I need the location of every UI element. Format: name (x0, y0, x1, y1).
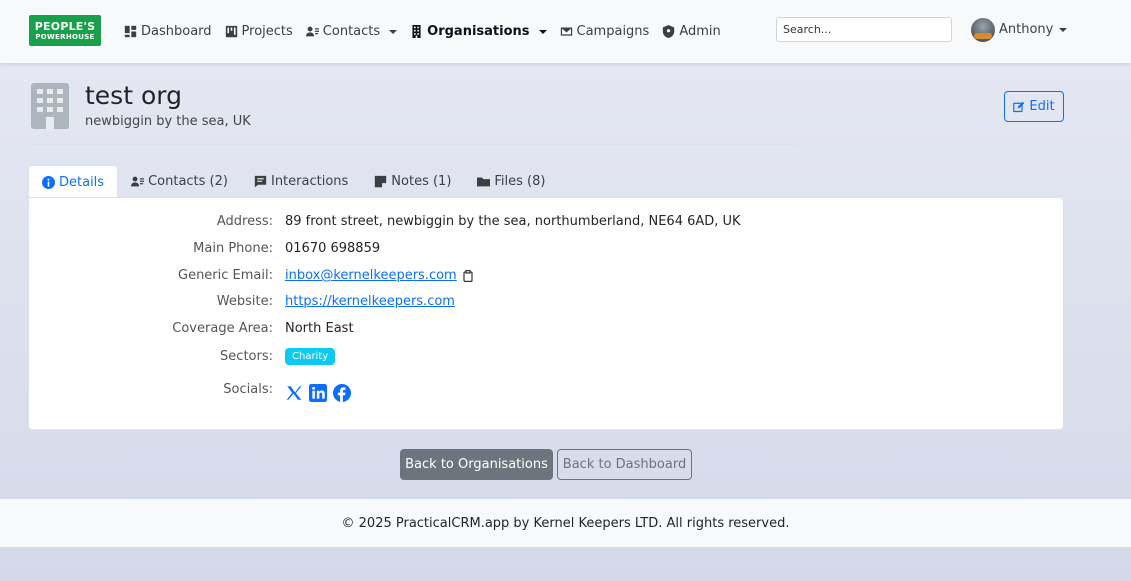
divider (28, 144, 798, 145)
nav-organisations-label: Organisations (427, 24, 530, 39)
nav-contacts[interactable]: Contacts (305, 24, 398, 39)
nav-campaigns[interactable]: Campaigns (560, 24, 650, 39)
tab-notes-label: Notes (1) (391, 174, 452, 189)
detail-row-sectors: Sectors: Charity (29, 348, 1065, 365)
org-location: newbiggin by the sea, UK (85, 114, 251, 129)
envelope-icon (560, 27, 572, 36)
website-link[interactable]: https://kernelkeepers.com (285, 294, 455, 309)
dashboard-icon (124, 25, 137, 38)
brand-logo[interactable]: PEOPLE'S POWERHOUSE (29, 15, 101, 46)
tab-interactions-label: Interactions (270, 174, 349, 189)
tab-bar: Details Contacts (2) Interactions Notes … (28, 165, 558, 198)
brand-line-1: PEOPLE'S (34, 19, 96, 33)
nav-dashboard-label: Dashboard (141, 24, 212, 39)
email-link[interactable]: inbox@kernelkeepers.com (285, 268, 457, 283)
address-label: Address: (216, 214, 273, 229)
coverage-label: Coverage Area: (172, 321, 273, 336)
tab-files-label: Files (8) (494, 174, 546, 189)
nav-projects[interactable]: Projects (225, 24, 293, 39)
chevron-down-icon (1059, 27, 1068, 32)
brand-line-2: POWERHOUSE (35, 32, 95, 41)
nav-admin-label: Admin (679, 24, 721, 39)
nav-organisations[interactable]: Organisations (410, 24, 547, 39)
shield-icon (663, 25, 675, 38)
facebook-icon[interactable] (333, 384, 351, 402)
socials-list (285, 384, 351, 402)
contacts-icon (305, 26, 319, 37)
back-to-organisations-button[interactable]: Back to Organisations (400, 449, 553, 480)
detail-row-coverage: Coverage Area: North East (29, 321, 1065, 336)
tab-files[interactable]: Files (8) (464, 165, 558, 198)
chevron-down-icon (389, 29, 398, 34)
nav-dashboard[interactable]: Dashboard (124, 24, 212, 39)
clipboard-icon[interactable] (463, 269, 473, 282)
socials-label: Socials: (223, 382, 273, 397)
phone-value: 01670 698859 (285, 241, 381, 256)
coverage-value: North East (285, 321, 354, 336)
user-name: Anthony (999, 22, 1054, 37)
user-menu[interactable]: Anthony (971, 17, 1068, 42)
tab-contacts-label: Contacts (2) (148, 174, 228, 189)
edit-icon (1013, 101, 1025, 112)
building-icon (412, 25, 421, 38)
nav-campaigns-label: Campaigns (576, 24, 650, 39)
info-icon (42, 175, 55, 189)
sector-badge: Charity (285, 348, 336, 365)
edit-button-label: Edit (1029, 99, 1055, 114)
tab-notes[interactable]: Notes (1) (361, 165, 464, 198)
search-input[interactable] (776, 17, 952, 42)
nav-admin[interactable]: Admin (662, 24, 721, 39)
chat-icon (254, 175, 267, 188)
folder-icon (477, 177, 491, 187)
email-label: Generic Email: (178, 268, 273, 283)
sticky-note-icon (375, 175, 387, 188)
footer: © 2025 PracticalCRM.app by Kernel Keeper… (0, 499, 1131, 547)
building-icon (31, 83, 69, 129)
detail-row-website: Website: https://kernelkeepers.com (29, 294, 1065, 309)
navbar: PEOPLE'S POWERHOUSE Dashboard Projects C… (0, 0, 1131, 63)
edit-button[interactable]: Edit (1004, 91, 1064, 122)
address-value: 89 front street, newbiggin by the sea, n… (285, 214, 741, 229)
detail-row-email: Generic Email: inbox@kernelkeepers.com (29, 268, 1065, 283)
sectors-value: Charity (285, 348, 336, 365)
detail-row-socials: Socials: (29, 382, 1065, 402)
footer-text: © 2025 PracticalCRM.app by Kernel Keeper… (341, 515, 790, 531)
detail-row-address: Address: 89 front street, newbiggin by t… (29, 214, 1065, 229)
details-card: Address: 89 front street, newbiggin by t… (28, 197, 1064, 430)
tab-details-label: Details (59, 174, 105, 190)
nav-links: Dashboard Projects Contacts Organisation… (124, 0, 734, 63)
linkedin-icon[interactable] (309, 384, 327, 402)
avatar (971, 17, 995, 42)
website-value-wrap: https://kernelkeepers.com (285, 294, 455, 309)
email-value-wrap: inbox@kernelkeepers.com (285, 268, 473, 283)
tab-details[interactable]: Details (28, 165, 119, 198)
kanban-icon (225, 25, 237, 38)
website-label: Website: (216, 294, 273, 309)
page-title: test org (85, 81, 182, 110)
chevron-down-icon (538, 29, 547, 34)
x-icon[interactable] (285, 384, 303, 402)
back-to-dashboard-button[interactable]: Back to Dashboard (557, 449, 692, 480)
nav-contacts-label: Contacts (322, 24, 381, 39)
tab-interactions[interactable]: Interactions (241, 165, 361, 198)
phone-label: Main Phone: (193, 241, 273, 256)
tab-contacts[interactable]: Contacts (2) (118, 165, 241, 198)
contacts-icon (131, 176, 145, 187)
sectors-label: Sectors: (220, 349, 273, 364)
detail-row-phone: Main Phone: 01670 698859 (29, 241, 1065, 256)
nav-projects-label: Projects (241, 24, 293, 39)
